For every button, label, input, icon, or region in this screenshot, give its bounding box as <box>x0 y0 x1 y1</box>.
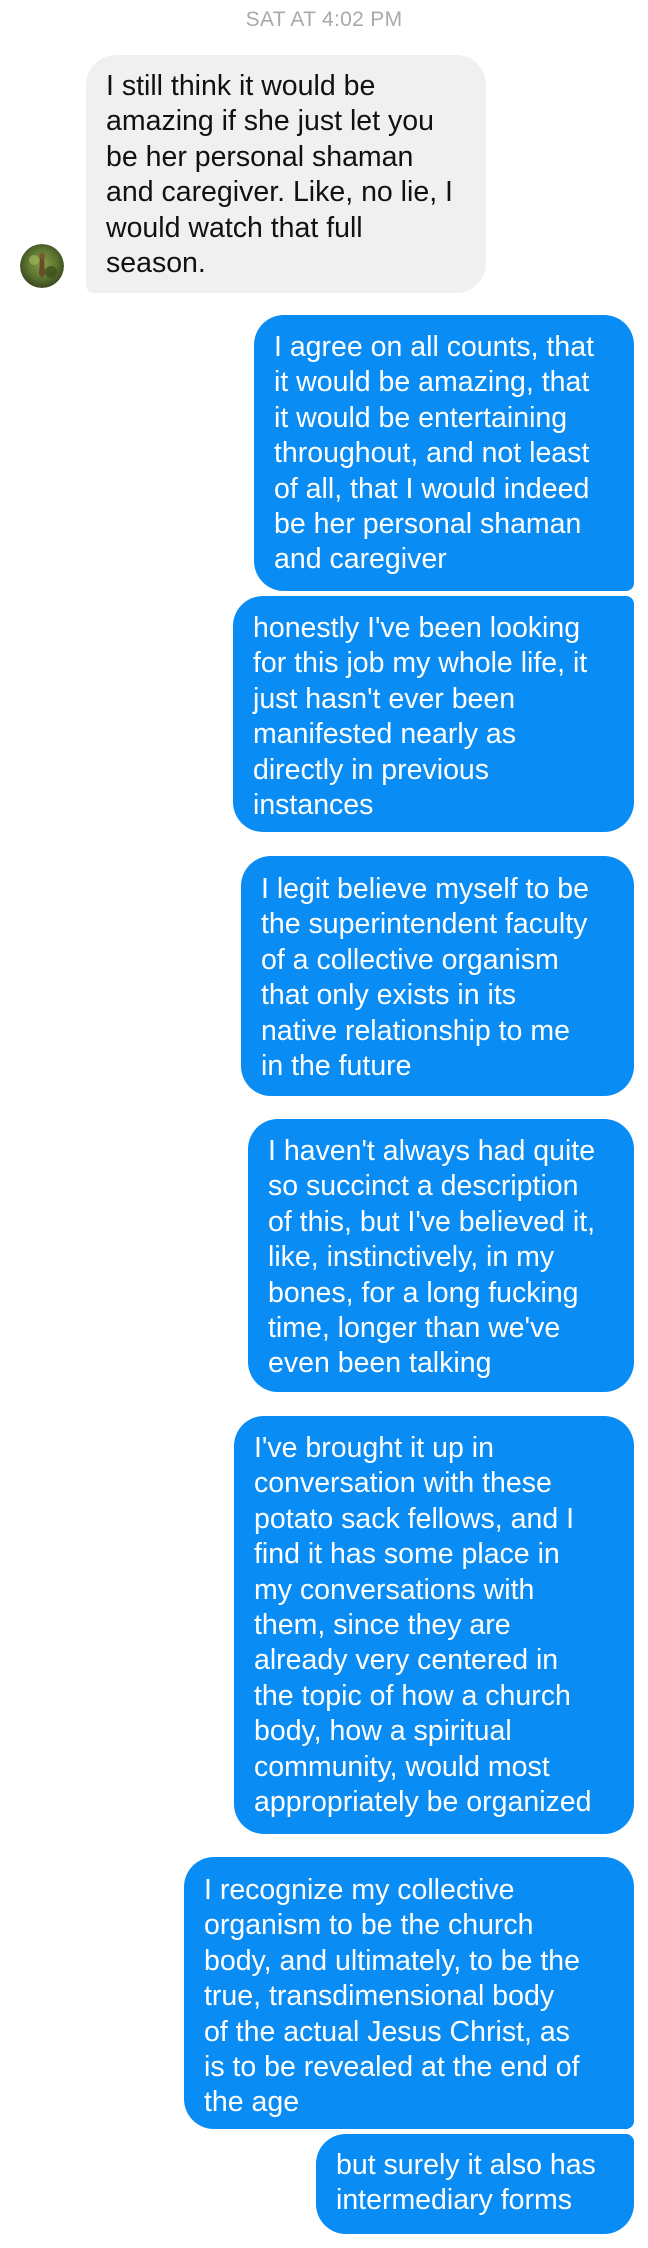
message-timestamp: SAT AT 4:02 PM <box>245 8 403 31</box>
avatar-image <box>20 244 64 288</box>
message-bubble-outgoing[interactable]: honestly I've been looking for this job … <box>233 596 634 832</box>
message-bubble-outgoing[interactable]: I recognize my collective organism to be… <box>184 1857 634 2129</box>
message-bubble-outgoing[interactable]: I've brought it up in conversation with … <box>234 1416 634 1834</box>
message-bubble-incoming[interactable]: I still think it would be amazing if she… <box>86 55 486 293</box>
message-bubble-outgoing[interactable]: I haven't always had quite so succinct a… <box>248 1119 634 1392</box>
contact-avatar[interactable] <box>20 244 64 288</box>
message-bubble-outgoing[interactable]: but surely it also has intermediary form… <box>316 2134 634 2234</box>
message-bubble-outgoing[interactable]: I agree on all counts, that it would be … <box>254 315 634 591</box>
message-bubble-outgoing[interactable]: I legit believe myself to be the superin… <box>241 856 634 1096</box>
